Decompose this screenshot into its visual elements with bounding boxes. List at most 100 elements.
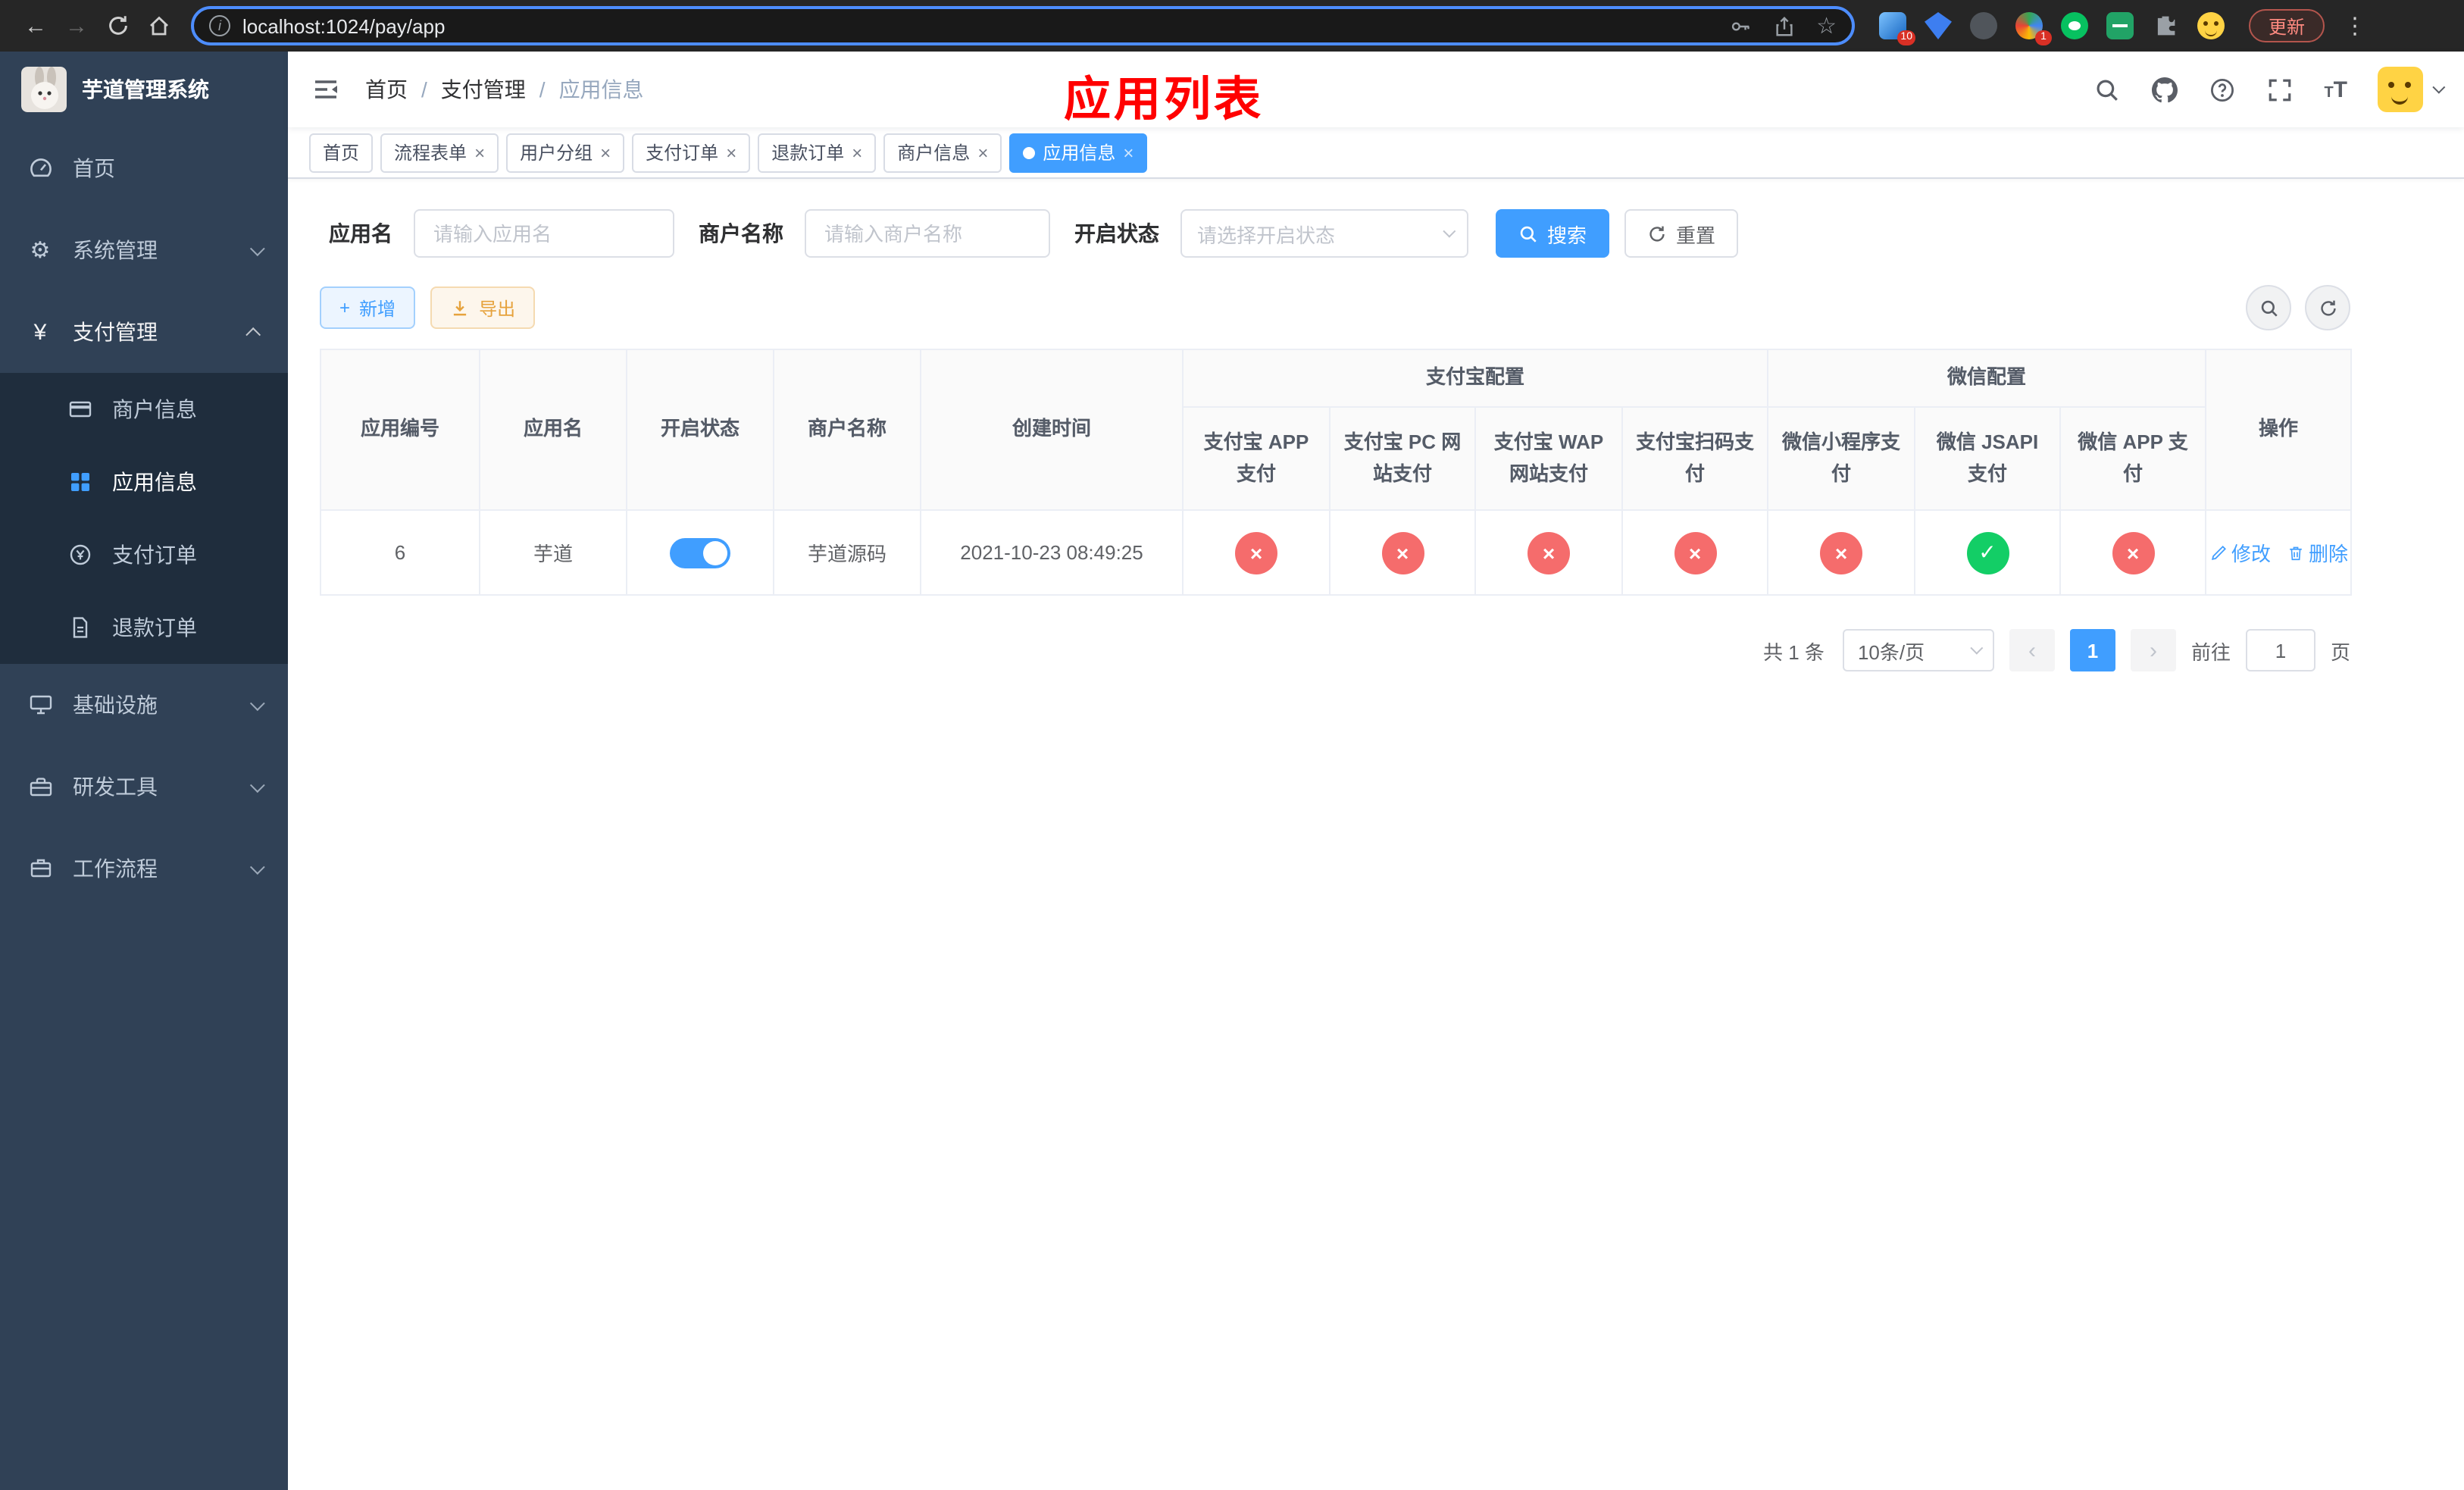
tab-refund-orders[interactable]: 退款订单 × [758, 133, 877, 172]
edit-link[interactable]: 修改 [2209, 538, 2271, 567]
breadcrumb-separator: / [421, 77, 427, 102]
sidebar-item-workflow[interactable]: 工作流程 [0, 828, 288, 909]
extension-icon-6[interactable] [2106, 12, 2134, 39]
browser-home-button[interactable] [138, 5, 179, 46]
column-header-app-name: 应用名 [479, 349, 627, 511]
sidebar-item-app-info[interactable]: 应用信息 [0, 446, 288, 518]
font-size-icon[interactable]: TT [2324, 78, 2347, 101]
sidebar-item-merchant-info[interactable]: 商户信息 [0, 373, 288, 446]
cell-merchant: 芋道源码 [773, 509, 921, 596]
goto-page-input[interactable] [2245, 629, 2315, 671]
sidebar-item-label: 支付管理 [73, 320, 158, 344]
sidebar-item-payment[interactable]: ¥ 支付管理 [0, 291, 288, 373]
payment-submenu: 商户信息 应用信息 支付订单 退款订单 [0, 373, 288, 664]
page-1-button[interactable]: 1 [2069, 629, 2115, 671]
sidebar-item-dev-tools[interactable]: 研发工具 [0, 746, 288, 828]
close-icon[interactable]: × [977, 143, 988, 161]
help-icon[interactable] [2209, 76, 2236, 103]
yuan-icon: ¥ [33, 319, 47, 345]
tab-payment-orders[interactable]: 支付订单 × [632, 133, 751, 172]
password-key-icon[interactable] [1728, 14, 1751, 37]
extension-icon-1[interactable]: 10 [1879, 12, 1915, 45]
browser-update-button[interactable]: 更新 [2249, 9, 2325, 42]
page-content: 应用名 商户名称 开启状态 请选择开启状态 [288, 179, 2464, 1490]
toggle-search-button[interactable] [2246, 285, 2291, 330]
sidebar-item-system[interactable]: ⚙ 系统管理 [0, 209, 288, 291]
tab-app-info[interactable]: 应用信息 × [1009, 133, 1148, 172]
toolbox-icon [27, 774, 53, 800]
reset-button[interactable]: 重置 [1624, 209, 1739, 258]
close-icon[interactable]: × [726, 143, 736, 161]
plus-icon: + [339, 297, 351, 318]
add-button[interactable]: + 新增 [320, 286, 416, 329]
status-cross-icon: × [1820, 531, 1863, 574]
breadcrumb-payment[interactable]: 支付管理 [441, 74, 526, 105]
prev-page-button[interactable]: ‹ [2009, 629, 2055, 671]
close-icon[interactable]: × [474, 143, 485, 161]
browser-menu-icon[interactable]: ⋮ [2340, 12, 2370, 39]
browser-back-button[interactable]: ← [15, 5, 56, 46]
column-header-created: 创建时间 [920, 349, 1184, 511]
browser-toolbar: ← → i localhost:1024/pay/app ☆ 10 1 更新 ⋮ [0, 0, 2464, 52]
chevron-down-icon [249, 695, 265, 711]
status-select-placeholder: 请选择开启状态 [1197, 224, 1336, 246]
export-button[interactable]: 导出 [430, 286, 536, 329]
sidebar-item-refund-orders[interactable]: 退款订单 [0, 591, 288, 664]
user-avatar [2378, 67, 2423, 112]
logo-avatar [21, 67, 67, 112]
sidebar-item-infrastructure[interactable]: 基础设施 [0, 664, 288, 746]
close-icon[interactable]: × [1123, 143, 1134, 161]
pencil-icon [2210, 545, 2225, 560]
search-icon[interactable] [2093, 76, 2121, 103]
status-label: 开启状态 [1074, 221, 1159, 246]
close-icon[interactable]: × [600, 143, 611, 161]
forward-icon: → [65, 13, 88, 39]
merchant-name-input[interactable] [805, 209, 1050, 258]
goto-unit-label: 页 [2330, 640, 2350, 663]
extension-icon-5[interactable] [2061, 12, 2088, 39]
status-select[interactable]: 请选择开启状态 [1180, 209, 1468, 258]
column-header-status: 开启状态 [626, 349, 774, 511]
credit-card-icon [67, 396, 92, 422]
site-info-icon[interactable]: i [209, 15, 230, 36]
user-menu[interactable] [2378, 67, 2446, 112]
delete-link[interactable]: 删除 [2286, 538, 2348, 567]
extension-badge: 10 [1897, 30, 1915, 45]
chevron-down-icon [249, 859, 265, 875]
share-icon[interactable] [1772, 14, 1795, 37]
browser-forward-button[interactable]: → [56, 5, 97, 46]
tab-process-form[interactable]: 流程表单 × [380, 133, 499, 172]
tab-home[interactable]: 首页 [309, 133, 374, 172]
sidebar-item-label: 系统管理 [73, 238, 158, 262]
sidebar-item-payment-orders[interactable]: 支付订单 [0, 518, 288, 591]
status-toggle[interactable] [670, 537, 730, 568]
extensions-puzzle-icon[interactable] [2152, 12, 2179, 39]
sidebar-menu: 首页 ⚙ 系统管理 ¥ 支付管理 商户信息 应用信息 支付订单 退款订单 基础设… [0, 127, 288, 909]
close-icon[interactable]: × [852, 143, 862, 161]
cell-app-id: 6 [320, 509, 480, 596]
chevron-down-icon [1970, 641, 1984, 655]
fullscreen-icon[interactable] [2266, 76, 2294, 103]
refresh-icon [108, 16, 127, 35]
app-name-input[interactable] [414, 209, 674, 258]
extension-icon-4[interactable]: 1 [2015, 12, 2052, 45]
search-button[interactable]: 搜索 [1496, 209, 1610, 258]
extension-icon-2[interactable] [1925, 12, 1952, 39]
tab-user-group[interactable]: 用户分组 × [506, 133, 625, 172]
refresh-table-button[interactable] [2305, 285, 2350, 330]
tab-merchant-info[interactable]: 商户信息 × [883, 133, 1002, 172]
next-page-button[interactable]: › [2130, 629, 2176, 671]
github-icon[interactable] [2151, 76, 2178, 103]
address-bar[interactable]: i localhost:1024/pay/app ☆ [191, 6, 1855, 45]
column-header-app-id: 应用编号 [320, 349, 480, 511]
browser-refresh-button[interactable] [97, 5, 138, 46]
sidebar-toggle-icon[interactable] [311, 74, 341, 105]
active-dot [1023, 146, 1036, 158]
bookmark-star-icon[interactable]: ☆ [1816, 14, 1837, 37]
extension-icon-3[interactable] [1970, 12, 1997, 39]
page-size-select[interactable]: 10条/页 [1842, 629, 1994, 671]
browser-profile-avatar[interactable] [2197, 12, 2225, 39]
tab-label: 首页 [323, 142, 360, 164]
sidebar-item-home[interactable]: 首页 [0, 127, 288, 209]
breadcrumb-home[interactable]: 首页 [365, 74, 408, 105]
